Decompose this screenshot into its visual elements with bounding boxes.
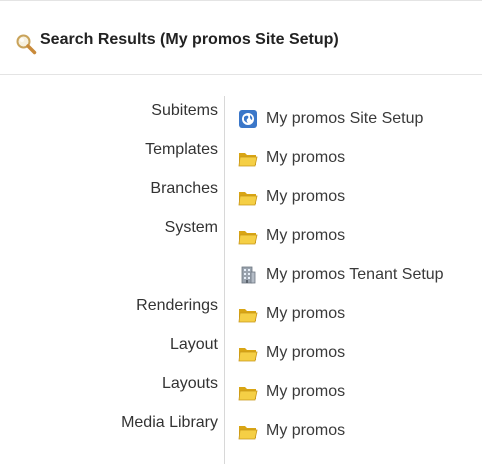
result-row-templates: Templates My promos — [0, 141, 482, 171]
folder-icon — [238, 421, 258, 441]
result-category-label: Subitems — [151, 102, 218, 119]
result-category-label: Layouts — [161, 375, 218, 392]
result-item-text: My promos — [266, 227, 346, 244]
result-row-tenant-setup: My promos Tenant Setup — [0, 258, 482, 288]
result-item-text: My promos Site Setup — [266, 110, 424, 127]
results-panel: Subitems My promos Site Setup Templates — [0, 76, 482, 464]
folder-icon — [238, 343, 258, 363]
result-item-link[interactable]: My promos — [238, 302, 345, 326]
result-item-text: My promos — [266, 305, 346, 322]
folder-icon — [238, 187, 258, 207]
result-item-text: My promos — [266, 422, 346, 439]
result-item-text: My promos — [266, 344, 346, 361]
result-row-system: System My promos — [0, 219, 482, 249]
result-row-subitems: Subitems My promos Site Setup — [0, 102, 482, 132]
search-results-header: Search Results (My promos Site Setup) — [0, 1, 482, 75]
result-category-label: Renderings — [136, 297, 218, 314]
result-category-label: Branches — [150, 180, 218, 197]
folder-icon — [238, 226, 258, 246]
result-item-link[interactable]: My promos Tenant Setup — [238, 263, 444, 287]
result-item-link[interactable]: My promos — [238, 341, 345, 365]
result-item-text: My promos — [266, 188, 346, 205]
result-row-layouts: Layouts My promos — [0, 375, 482, 405]
site-globe-icon — [238, 109, 258, 129]
result-item-text: My promos — [266, 149, 346, 166]
building-icon — [238, 265, 258, 285]
result-item-link[interactable]: My promos — [238, 380, 345, 404]
search-icon — [14, 32, 38, 56]
page-title: Search Results (My promos Site Setup) — [40, 31, 339, 48]
folder-icon — [238, 148, 258, 168]
result-row-branches: Branches My promos — [0, 180, 482, 210]
result-category-label: System — [164, 219, 218, 236]
folder-icon — [238, 304, 258, 324]
folder-icon — [238, 382, 258, 402]
result-row-layout: Layout My promos — [0, 336, 482, 366]
result-item-link[interactable]: My promos — [238, 224, 345, 248]
result-row-renderings: Renderings My promos — [0, 297, 482, 327]
result-item-link[interactable]: My promos — [238, 419, 345, 443]
result-row-media-library: Media Library My promos — [0, 414, 482, 444]
result-item-link[interactable]: My promos Site Setup — [238, 107, 423, 131]
result-item-link[interactable]: My promos — [238, 146, 345, 170]
result-category-label: Media Library — [121, 414, 218, 431]
result-item-text: My promos — [266, 383, 346, 400]
result-category-label: Layout — [169, 336, 218, 353]
result-item-text: My promos Tenant Setup — [266, 266, 444, 283]
result-category-label: Templates — [145, 141, 218, 158]
result-item-link[interactable]: My promos — [238, 185, 345, 209]
